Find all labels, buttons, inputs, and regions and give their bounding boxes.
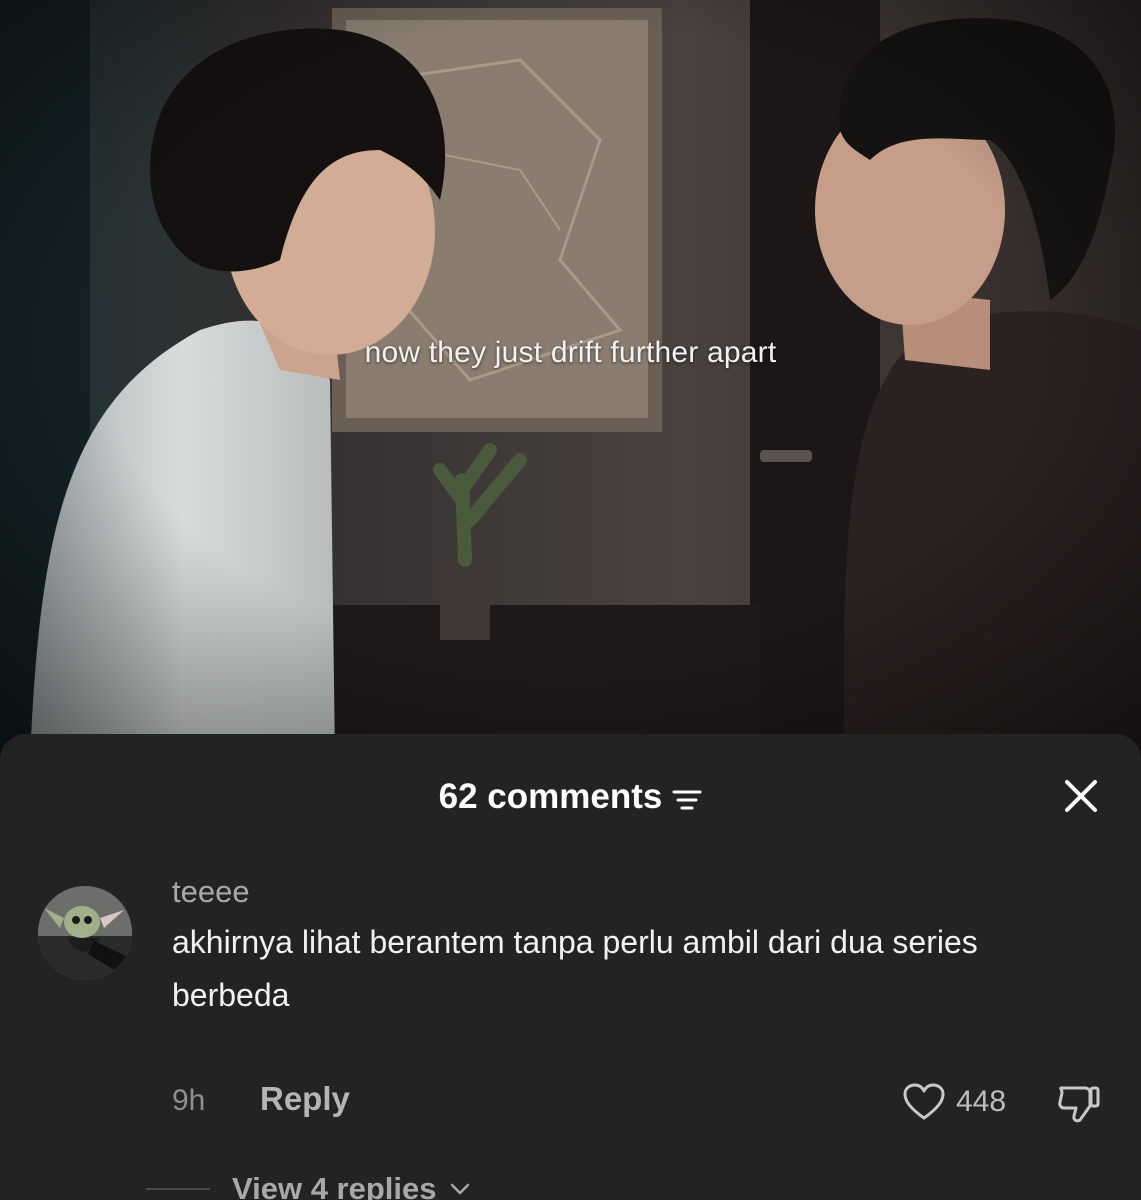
comment-username[interactable]: teeee — [172, 874, 250, 910]
avatar-image — [38, 886, 132, 980]
thumbs-down-icon[interactable] — [1055, 1082, 1101, 1124]
comment-actions: 9h Reply 448 — [172, 1080, 1103, 1124]
video-player[interactable]: now they just drift further apart — [0, 0, 1141, 760]
reply-button[interactable]: Reply — [260, 1080, 350, 1118]
chevron-down-icon — [450, 1183, 469, 1195]
view-replies-button[interactable]: View 4 replies — [232, 1171, 437, 1200]
avatar[interactable] — [38, 886, 132, 980]
heart-icon — [903, 1083, 945, 1120]
filter-lines-icon[interactable] — [672, 787, 702, 813]
like-count: 448 — [956, 1085, 1007, 1118]
comment-text: akhirnya lihat berantem tanpa perlu ambi… — [172, 924, 978, 1013]
like-button[interactable]: 448 — [902, 1080, 1006, 1124]
comment-time: 9h — [172, 1084, 206, 1117]
replies-divider — [146, 1188, 210, 1190]
close-icon[interactable] — [1059, 774, 1103, 818]
comments-header: 62 comments — [0, 772, 1141, 822]
view-replies-row[interactable]: View 4 replies — [146, 1164, 471, 1200]
comment-count: 62 comments — [438, 777, 663, 816]
video-frame-image — [0, 0, 1141, 760]
video-caption: now they just drift further apart — [364, 336, 777, 369]
tiktok-comments-screen: now they just drift further apart 62 com… — [0, 0, 1141, 1200]
comments-panel: 62 comments teeee akhirnya lihat berante… — [0, 734, 1141, 1200]
